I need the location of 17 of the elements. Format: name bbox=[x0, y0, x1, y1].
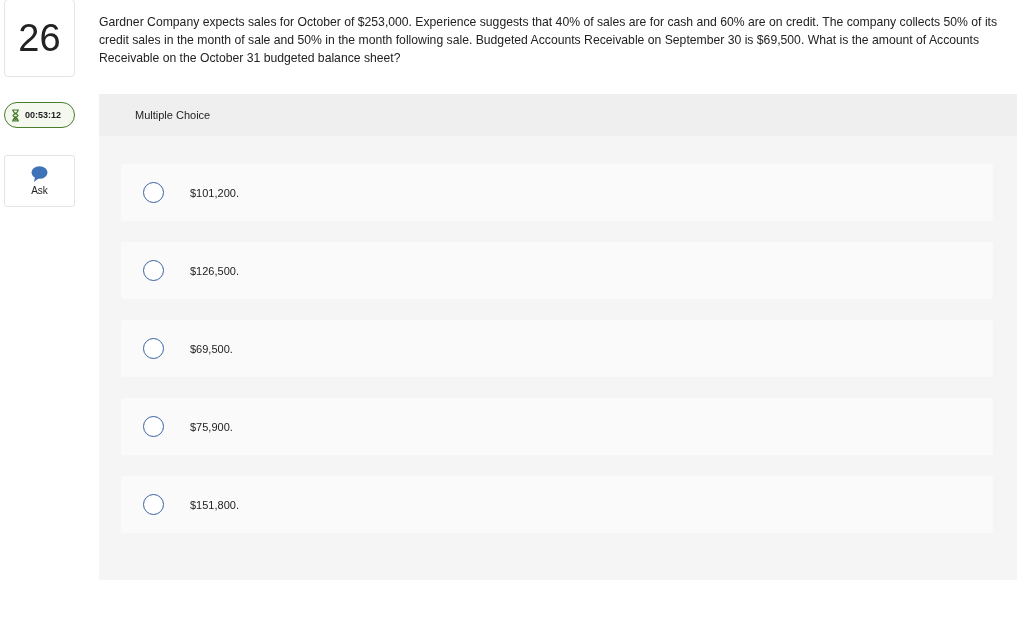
question-text: Gardner Company expects sales for October of $253,000. Experience suggests that 40% of sales are for cash and 60% are on credit. The company collects 50% of its credit sales in the month of sale and 50% in the month following sale. Budgeted Accounts Receivable on September 30 is $69,500. What is the amount of Accounts Receivable on the October 31 budgeted balance sheet? bbox=[99, 14, 999, 67]
hourglass-icon bbox=[11, 108, 20, 122]
ask-button[interactable]: Ask bbox=[4, 155, 75, 207]
answer-option[interactable]: $151,800. bbox=[121, 476, 993, 533]
radio-button[interactable] bbox=[143, 494, 164, 515]
answer-option[interactable]: $69,500. bbox=[121, 320, 993, 377]
radio-button[interactable] bbox=[143, 260, 164, 281]
answer-option[interactable]: $126,500. bbox=[121, 242, 993, 299]
speech-bubble-icon bbox=[31, 166, 48, 182]
question-type-label: Multiple Choice bbox=[135, 109, 211, 121]
radio-button[interactable] bbox=[143, 416, 164, 437]
answer-option[interactable]: $101,200. bbox=[121, 164, 993, 221]
question-number: 26 bbox=[4, 0, 75, 77]
radio-button[interactable] bbox=[143, 338, 164, 359]
radio-button[interactable] bbox=[143, 182, 164, 203]
timer-text: 00:53:12 bbox=[25, 110, 62, 120]
answer-option[interactable]: $75,900. bbox=[121, 398, 993, 455]
